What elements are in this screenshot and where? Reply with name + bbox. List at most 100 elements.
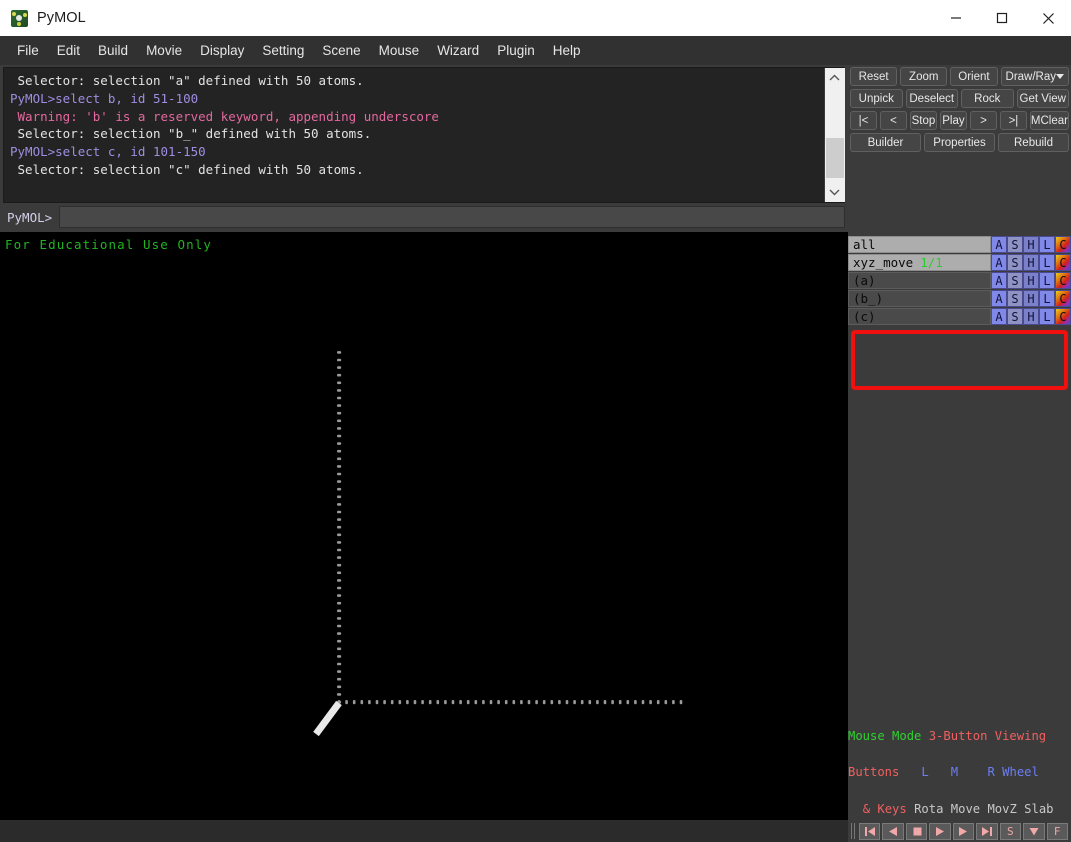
toggle-color-c[interactable]: C — [1055, 308, 1071, 325]
object-row-a[interactable]: (a) A S H L C — [848, 272, 1071, 289]
frame-f-button[interactable]: F — [1046, 822, 1068, 840]
axis-x-atoms — [337, 700, 683, 705]
menu-wizard[interactable]: Wizard — [428, 39, 488, 62]
command-input[interactable] — [59, 206, 845, 228]
object-name-label[interactable]: (a) — [848, 272, 991, 289]
legend-col-m: M — [950, 765, 959, 780]
pymol-logo-icon — [11, 9, 28, 27]
toggle-hide-a[interactable]: H — [1023, 272, 1039, 289]
toggle-action-xyz-move[interactable]: A — [991, 254, 1007, 271]
play-icon[interactable] — [929, 822, 951, 840]
object-row-b[interactable]: (b_) A S H L C — [848, 290, 1071, 307]
object-name-label[interactable]: (c) — [848, 308, 991, 325]
console-scrollbar[interactable] — [824, 68, 845, 202]
toggle-show-xyz-move[interactable]: S — [1007, 254, 1023, 271]
menu-mouse[interactable]: Mouse — [370, 39, 429, 62]
toggle-action-a[interactable]: A — [991, 272, 1007, 289]
toggle-label-all[interactable]: L — [1039, 236, 1055, 253]
object-row-xyz-move[interactable]: xyz_move 1/1 A S H L C — [848, 254, 1071, 271]
toggle-color-b[interactable]: C — [1055, 290, 1071, 307]
draw-ray-button[interactable]: Draw/Ray — [1000, 67, 1069, 86]
menu-display[interactable]: Display — [191, 39, 253, 62]
toggle-show-a[interactable]: S — [1007, 272, 1023, 289]
legend-row0: Rota Move MovZ Slab — [914, 802, 1054, 817]
object-name-label[interactable]: all — [848, 236, 991, 253]
maximize-button[interactable] — [979, 0, 1025, 36]
legend-col-wheel: Wheel — [1002, 765, 1039, 780]
orient-button[interactable]: Orient — [950, 67, 998, 86]
toggle-label-xyz-move[interactable]: L — [1039, 254, 1055, 271]
toggle-action-b[interactable]: A — [991, 290, 1007, 307]
zoom-button[interactable]: Zoom — [900, 67, 948, 86]
skip-back-icon[interactable] — [859, 822, 881, 840]
object-name-text: xyz_move — [853, 255, 914, 270]
menu-build[interactable]: Build — [89, 39, 137, 62]
menu-scene[interactable]: Scene — [313, 39, 369, 62]
molecule-render — [313, 351, 683, 737]
close-button[interactable] — [1025, 0, 1071, 36]
control-row-3: |< < Stop Play > >| MClear — [850, 111, 1069, 130]
toggle-label-a[interactable]: L — [1039, 272, 1055, 289]
movie-stop-button[interactable]: Stop — [909, 111, 937, 130]
reset-button[interactable]: Reset — [850, 67, 898, 86]
scrollbar-track[interactable] — [824, 88, 845, 182]
object-toggles: A S H L C — [991, 272, 1071, 289]
scrollbar-thumb[interactable] — [825, 138, 844, 178]
toggle-show-b[interactable]: S — [1007, 290, 1023, 307]
properties-button[interactable]: Properties — [924, 133, 995, 152]
menu-plugin[interactable]: Plugin — [488, 39, 544, 62]
object-toggles: A S H L C — [991, 308, 1071, 325]
object-row-c[interactable]: (c) A S H L C — [848, 308, 1071, 325]
builder-button[interactable]: Builder — [850, 133, 921, 152]
stop-icon[interactable] — [905, 822, 928, 840]
toggle-hide-all[interactable]: H — [1023, 236, 1039, 253]
menu-setting[interactable]: Setting — [253, 39, 313, 62]
object-state-label: 1/1 — [920, 255, 943, 270]
movie-first-button[interactable]: |< — [850, 111, 877, 130]
toggle-show-c[interactable]: S — [1007, 308, 1023, 325]
object-name-label[interactable]: xyz_move 1/1 — [848, 254, 991, 271]
movie-prev-button[interactable]: < — [879, 111, 907, 130]
console-output: Selector: selection "a" defined with 50 … — [3, 67, 845, 203]
rock-button[interactable]: Rock — [961, 89, 1014, 108]
rewind-icon[interactable] — [882, 822, 904, 840]
toggle-color-a[interactable]: C — [1055, 272, 1071, 289]
toolbar-grip[interactable] — [851, 823, 855, 839]
legend-buttons-label: Buttons — [848, 765, 900, 780]
skip-fwd-icon[interactable] — [976, 822, 998, 840]
toggle-color-xyz-move[interactable]: C — [1055, 254, 1071, 271]
toggle-hide-c[interactable]: H — [1023, 308, 1039, 325]
command-entry-row: PyMOL> — [3, 205, 845, 229]
toggle-action-c[interactable]: A — [991, 308, 1007, 325]
movie-play-button[interactable]: Play — [939, 111, 967, 130]
toggle-action-all[interactable]: A — [991, 236, 1007, 253]
menu-file[interactable]: File — [8, 39, 48, 62]
left-panel: Selector: selection "a" defined with 50 … — [0, 65, 848, 820]
get-view-button[interactable]: Get View — [1016, 89, 1069, 108]
rebuild-button[interactable]: Rebuild — [998, 133, 1069, 152]
toggle-show-all[interactable]: S — [1007, 236, 1023, 253]
forward-icon[interactable] — [952, 822, 975, 840]
object-name-label[interactable]: (b_) — [848, 290, 991, 307]
toggle-hide-b[interactable]: H — [1023, 290, 1039, 307]
toggle-label-c[interactable]: L — [1039, 308, 1055, 325]
chevron-down-icon[interactable] — [824, 182, 845, 202]
movie-last-button[interactable]: >| — [999, 111, 1027, 130]
toggle-hide-xyz-move[interactable]: H — [1023, 254, 1039, 271]
menu-movie[interactable]: Movie — [137, 39, 191, 62]
3d-viewport[interactable]: For Educational Use Only — [0, 232, 848, 820]
toggle-color-all[interactable]: C — [1055, 236, 1071, 253]
mclear-button[interactable]: MClear — [1029, 111, 1069, 130]
movie-next-button[interactable]: > — [969, 111, 997, 130]
minimize-button[interactable] — [933, 0, 979, 36]
unpick-button[interactable]: Unpick — [850, 89, 903, 108]
sculpt-s-button[interactable]: S — [999, 822, 1022, 840]
deselect-button[interactable]: Deselect — [905, 89, 958, 108]
menu-edit[interactable]: Edit — [48, 39, 89, 62]
caret-down-icon[interactable] — [1023, 822, 1045, 840]
object-toggles: A S H L C — [991, 290, 1071, 307]
object-row-all[interactable]: all A S H L C — [848, 236, 1071, 253]
chevron-up-icon[interactable] — [824, 68, 845, 88]
menu-help[interactable]: Help — [544, 39, 590, 62]
toggle-label-b[interactable]: L — [1039, 290, 1055, 307]
